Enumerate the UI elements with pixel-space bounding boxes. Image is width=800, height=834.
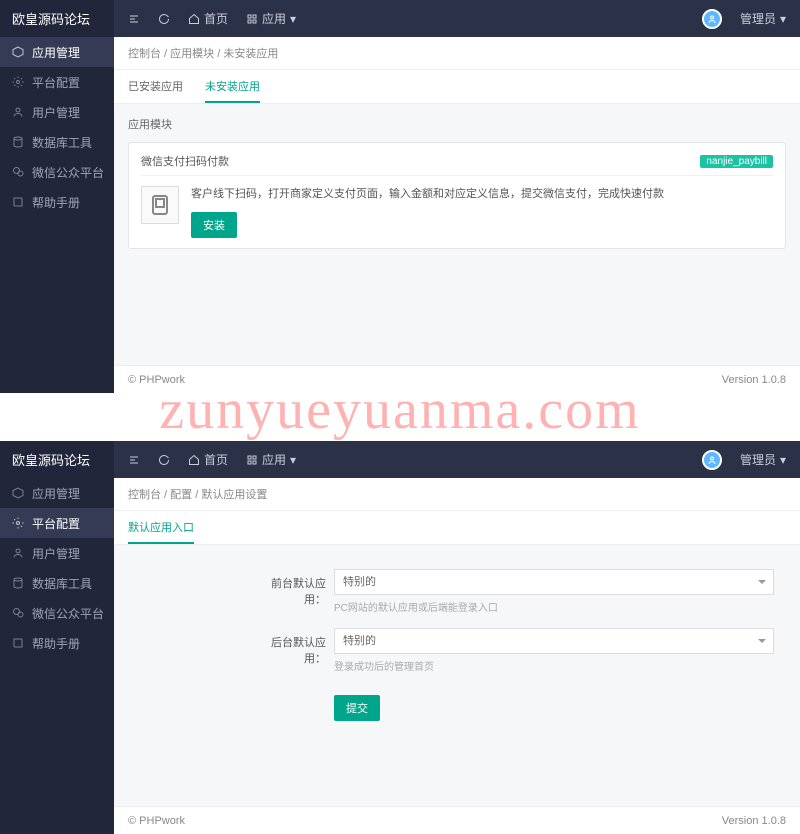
breadcrumb: 控制台 / 配置 / 默认应用设置: [114, 478, 800, 511]
sidebar-item-user-manage[interactable]: 用户管理: [0, 538, 114, 568]
home-link[interactable]: 首页: [188, 10, 228, 27]
sidebar-item-wechat[interactable]: 微信公众平台: [0, 598, 114, 628]
user-icon: [12, 547, 24, 559]
topbar: 首页 应用 ▾ 管理员 ▾: [114, 441, 800, 478]
sidebar: 欧皇源码论坛 应用管理 平台配置 用户管理 数据库工具 微信公众平台: [0, 0, 114, 393]
footer: © PHPwork Version 1.0.8: [114, 365, 800, 393]
user-menu[interactable]: 管理员 ▾: [740, 451, 786, 468]
sidebar-item-label: 应用管理: [32, 44, 80, 61]
front-default-label: 前台默认应用：: [254, 569, 334, 607]
home-link[interactable]: 首页: [188, 451, 228, 468]
sidebar-item-app-manage[interactable]: 应用管理: [0, 37, 114, 67]
tabs: 已安装应用 未安装应用: [114, 70, 800, 104]
back-default-select[interactable]: 特别的: [334, 628, 774, 654]
module-title: 微信支付扫码付款: [141, 153, 229, 169]
sidebar-item-label: 数据库工具: [32, 134, 92, 151]
footer-version: Version 1.0.8: [722, 815, 786, 827]
refresh-button[interactable]: [158, 454, 170, 466]
book-icon: [12, 637, 24, 649]
module-card: 微信支付扫码付款 nanjie_paybill 客户线下扫码，打开商家定义支付页…: [128, 142, 786, 249]
sidebar-item-label: 平台配置: [32, 74, 80, 91]
user-menu[interactable]: 管理员 ▾: [740, 10, 786, 27]
submit-button[interactable]: 提交: [334, 695, 380, 721]
database-icon: [12, 577, 24, 589]
avatar[interactable]: [702, 450, 722, 470]
sidebar-item-platform-config[interactable]: 平台配置: [0, 508, 114, 538]
tabs: 默认应用入口: [114, 511, 800, 545]
sidebar-item-db-tools[interactable]: 数据库工具: [0, 568, 114, 598]
refresh-button[interactable]: [158, 13, 170, 25]
sidebar-item-label: 用户管理: [32, 545, 80, 562]
footer-copyright: © PHPwork: [128, 374, 185, 386]
tab-default-app[interactable]: 默认应用入口: [128, 511, 194, 544]
breadcrumb: 控制台 / 应用模块 / 未安装应用: [114, 37, 800, 70]
sidebar-item-label: 微信公众平台: [32, 164, 104, 181]
user-icon: [12, 106, 24, 118]
wechat-icon: [12, 607, 24, 619]
sidebar-item-label: 数据库工具: [32, 575, 92, 592]
topbar: 首页 应用 ▾ 管理员 ▾: [114, 0, 800, 37]
sidebar-item-label: 用户管理: [32, 104, 80, 121]
footer: © PHPwork Version 1.0.8: [114, 806, 800, 834]
gear-icon: [12, 76, 24, 88]
footer-copyright: © PHPwork: [128, 815, 185, 827]
chevron-down-icon: ▾: [780, 453, 786, 467]
front-hint: PC网站的默认应用或后端能登录入口: [334, 599, 774, 614]
cube-icon: [12, 46, 24, 58]
sidebar-item-db-tools[interactable]: 数据库工具: [0, 127, 114, 157]
back-default-label: 后台默认应用：: [254, 628, 334, 666]
sidebar-item-app-manage[interactable]: 应用管理: [0, 478, 114, 508]
avatar[interactable]: [702, 9, 722, 29]
sidebar-item-platform-config[interactable]: 平台配置: [0, 67, 114, 97]
app-dropdown[interactable]: 应用 ▾: [246, 10, 296, 27]
gear-icon: [12, 517, 24, 529]
sidebar-item-label: 应用管理: [32, 485, 80, 502]
sidebar-item-user-manage[interactable]: 用户管理: [0, 97, 114, 127]
module-description: 客户线下扫码，打开商家定义支付页面，输入金额和对应定义信息，提交微信支付，完成快…: [191, 186, 664, 204]
brand-title: 欧皇源码论坛: [0, 441, 114, 478]
main-area: 首页 应用 ▾ 管理员 ▾ 控制台 / 配置 / 默认应用设置 默认应用入口 前…: [114, 441, 800, 834]
chevron-down-icon: ▾: [290, 12, 296, 26]
chevron-down-icon: ▾: [290, 453, 296, 467]
cube-icon: [12, 487, 24, 499]
sidebar-item-label: 帮助手册: [32, 635, 80, 652]
footer-version: Version 1.0.8: [722, 374, 786, 386]
sidebar-item-wechat[interactable]: 微信公众平台: [0, 157, 114, 187]
sidebar-item-label: 微信公众平台: [32, 605, 104, 622]
sidebar: 欧皇源码论坛 应用管理 平台配置 用户管理 数据库工具 微信公众平台: [0, 441, 114, 834]
sidebar-item-label: 平台配置: [32, 515, 80, 532]
front-default-select[interactable]: 特别的: [334, 569, 774, 595]
chevron-down-icon: ▾: [780, 12, 786, 26]
back-hint: 登录成功后的管理首页: [334, 658, 774, 673]
menu-toggle[interactable]: [128, 13, 140, 25]
main-area: 首页 应用 ▾ 管理员 ▾ 控制台 / 应用模块 / 未安装应用 已安装应用 未…: [114, 0, 800, 393]
module-tag: nanjie_paybill: [700, 155, 773, 168]
module-thumbnail: [141, 186, 179, 224]
menu-toggle[interactable]: [128, 454, 140, 466]
sidebar-item-help[interactable]: 帮助手册: [0, 187, 114, 217]
book-icon: [12, 196, 24, 208]
section-title: 应用模块: [128, 116, 786, 132]
brand-title: 欧皇源码论坛: [0, 0, 114, 37]
tab-uninstalled[interactable]: 未安装应用: [205, 70, 260, 103]
sidebar-item-help[interactable]: 帮助手册: [0, 628, 114, 658]
database-icon: [12, 136, 24, 148]
install-button[interactable]: 安装: [191, 212, 237, 238]
app-dropdown[interactable]: 应用 ▾: [246, 451, 296, 468]
tab-installed[interactable]: 已安装应用: [128, 70, 183, 103]
sidebar-item-label: 帮助手册: [32, 194, 80, 211]
wechat-icon: [12, 166, 24, 178]
